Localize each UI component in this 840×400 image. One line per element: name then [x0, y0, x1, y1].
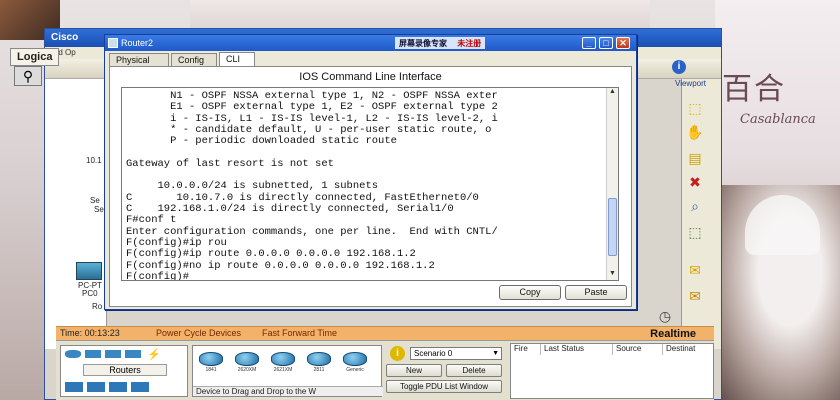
switch-category-icon[interactable] [85, 350, 101, 358]
network-label: Se [94, 205, 104, 214]
cli-line: F#conf t [126, 214, 177, 227]
cli-line: E1 - OSPF external type 1, E2 - OSPF ext… [126, 101, 498, 114]
device-category-box: ⚡ Routers [60, 345, 188, 397]
cli-line: N1 - OSPF NSSA external type 1, N2 - OSP… [126, 90, 498, 102]
logical-root-icon[interactable]: ⚲ [14, 66, 42, 86]
category-label: Routers [83, 364, 167, 376]
pdu-column-header[interactable]: Destinat [663, 344, 715, 355]
tab-logical[interactable]: Logica [10, 48, 60, 66]
select-tool-icon[interactable]: ⬚ [684, 98, 706, 118]
device-2811[interactable]: 2811 [305, 352, 333, 373]
viewport-label[interactable]: Viewport [675, 79, 706, 88]
scroll-up-icon[interactable]: ▲ [607, 88, 618, 98]
scroll-thumb[interactable] [608, 198, 617, 256]
cli-line: F(config)#ip rou [126, 236, 227, 249]
realtime-mode-label[interactable]: Realtime [650, 328, 696, 340]
toggle-pdu-list-button[interactable]: Toggle PDU List Window [386, 380, 502, 393]
cli-scrollbar[interactable]: ▲ ▼ [606, 88, 618, 280]
network-label: 10.1 [86, 156, 102, 165]
device-2620xm[interactable]: 2620XM [233, 352, 261, 373]
cli-line: F(config)# [126, 270, 190, 281]
move-hand-icon[interactable]: ✋ [684, 122, 706, 142]
maximize-icon[interactable]: □ [599, 37, 613, 49]
time-bar: Time: 00:13:23 Power Cycle Devices Fast … [56, 326, 714, 340]
pc-device-icon[interactable] [76, 262, 102, 280]
tab-cli[interactable]: CLI [219, 52, 255, 67]
pdu-column-header[interactable]: Source [613, 344, 663, 355]
network-label: Se [90, 196, 100, 205]
router-icon [307, 352, 331, 366]
connections-category-icon[interactable]: ⚡ [147, 348, 161, 361]
fast-forward-button[interactable]: Fast Forward Time [262, 328, 337, 338]
app-window-icon [108, 38, 118, 48]
time-label: Time: 00:13:23 [60, 328, 120, 338]
delete-x-icon[interactable]: ✖ [684, 172, 706, 192]
cli-panel: IOS Command Line Interface N1 - OSPF NSS… [109, 66, 632, 307]
wallpaper-brand: 百合 [722, 72, 786, 107]
resize-shape-icon[interactable]: ⬚ [684, 222, 706, 242]
cli-line: P - periodic downloaded static route [126, 135, 397, 148]
scenario-info-icon[interactable]: i [390, 346, 405, 361]
wan-emulation-icon[interactable] [87, 382, 105, 392]
device-2621xm[interactable]: 2621XM [269, 352, 297, 373]
device-label: PC0 [82, 289, 98, 298]
info-icon[interactable]: i [672, 60, 686, 74]
paste-button[interactable]: Paste [565, 285, 627, 300]
end-devices-icon[interactable] [65, 382, 83, 392]
cli-line: 10.0.0.0/24 is subnetted, 1 subnets [126, 180, 379, 193]
multiuser-icon[interactable] [131, 382, 149, 392]
note-icon[interactable]: ▤ [684, 148, 706, 168]
device-1841[interactable]: 1841 [197, 352, 225, 373]
router2-title-bar[interactable]: Router2 [105, 35, 636, 51]
router2-window: Router2 屏幕录像专家 未注册 _ □ ✕ Physical Config… [104, 34, 637, 310]
cli-line: * - candidate default, U - per-user stat… [126, 123, 492, 136]
router-icon [271, 352, 295, 366]
cli-line: C 10.10.7.0 is directly connected, FastE… [126, 191, 479, 204]
close-icon[interactable]: ✕ [616, 37, 630, 49]
device-generic[interactable]: Generic [341, 352, 369, 373]
cli-line: F(config)#no ip route 0.0.0.0 0.0.0.0 19… [126, 259, 435, 272]
minimize-icon[interactable]: _ [582, 37, 596, 49]
recorder-watermark: 屏幕录像专家 未注册 [395, 37, 486, 49]
new-scenario-button[interactable]: New [386, 364, 442, 377]
cli-line: C 192.168.1.0/24 is directly connected, … [126, 203, 454, 215]
cli-line: F(config)#ip route 0.0.0.0 0.0.0.0 192.1… [126, 248, 416, 261]
device-label: Ro [92, 302, 103, 311]
hub-category-icon[interactable] [105, 350, 121, 358]
wireless-category-icon[interactable] [125, 350, 141, 358]
router2-title: Router2 [121, 38, 154, 48]
delete-scenario-button[interactable]: Delete [446, 364, 502, 377]
chevron-down-icon: ▼ [492, 350, 499, 357]
copy-button[interactable]: Copy [499, 285, 561, 300]
tab-config[interactable]: Config [171, 53, 217, 67]
pdu-column-header[interactable]: Fire [511, 344, 541, 355]
cli-line: i - IS-IS, L1 - IS-IS level-1, L2 - IS-I… [126, 112, 498, 125]
device-panel: ⚡ Routers 1841 2620XM 2621XM 2811 Generi… [56, 340, 714, 400]
device-list: 1841 2620XM 2621XM 2811 Generic Device t… [192, 345, 383, 397]
pdu-list-table: Fire Last Status Source Destinat [510, 343, 714, 399]
cli-heading: IOS Command Line Interface [299, 71, 442, 83]
cli-terminal[interactable]: N1 - OSPF NSSA external type 1, N2 - OSP… [121, 87, 619, 281]
power-cycle-button[interactable]: Power Cycle Devices [156, 328, 241, 338]
add-pdu-icon[interactable]: ✉ [684, 260, 706, 280]
realtime-clock-icon[interactable]: ◷ [654, 306, 676, 326]
tab-physical[interactable]: Physical [109, 53, 169, 67]
custom-devices-icon[interactable] [109, 382, 127, 392]
complex-pdu-icon[interactable]: ✉ [684, 286, 706, 306]
router-icon [199, 352, 223, 366]
pt-title: Cisco [51, 32, 79, 43]
inspect-zoom-icon[interactable]: ⌕ [684, 196, 706, 216]
cli-line: Gateway of last resort is not set [126, 157, 334, 170]
drag-hint: Device to Drag and Drop to the W [193, 386, 383, 396]
pdu-column-header[interactable]: Last Status [541, 344, 613, 355]
scenario-select[interactable]: Scenario 0 ▼ [410, 347, 502, 360]
scroll-down-icon[interactable]: ▼ [607, 270, 618, 280]
cli-line: Enter configuration commands, one per li… [126, 225, 498, 238]
scenario-controls: i Scenario 0 ▼ New Delete Toggle PDU List… [386, 345, 506, 397]
router-icon [235, 352, 259, 366]
wallpaper-brand-sub: Casablanca [740, 112, 816, 127]
router-category-icon[interactable] [65, 350, 81, 358]
router-icon [343, 352, 367, 366]
